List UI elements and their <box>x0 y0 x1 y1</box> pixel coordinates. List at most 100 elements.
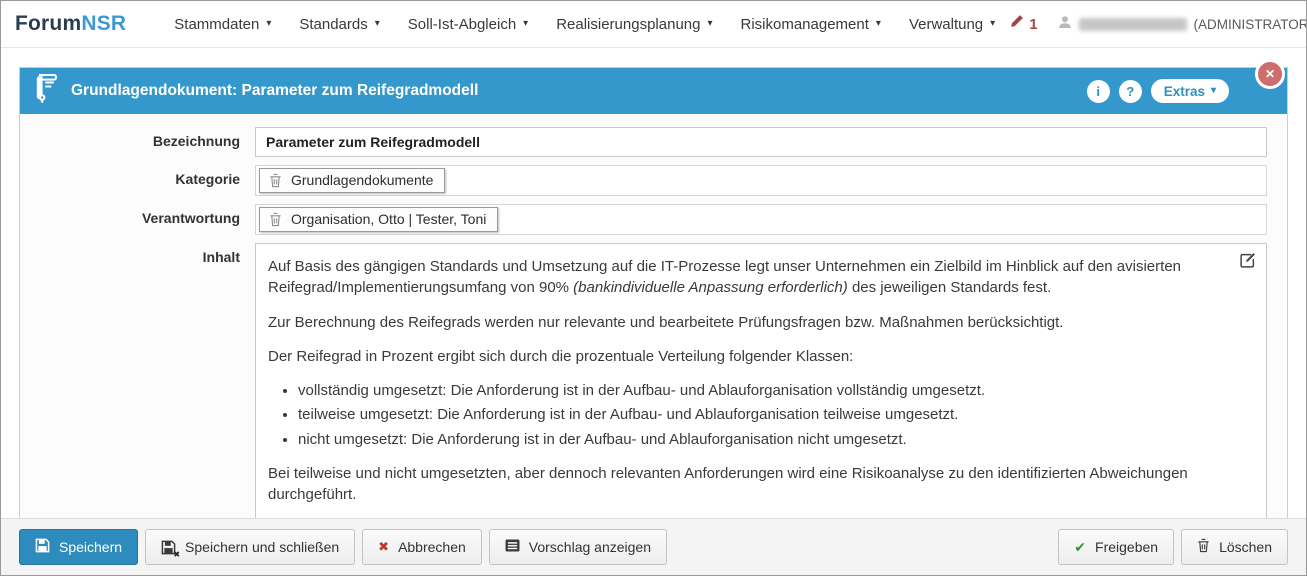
user-role-label: (ADMINISTRATOR) <box>1194 17 1307 32</box>
verantwortung-tag-label: Organisation, Otto | Tester, Toni <box>291 211 486 227</box>
app-logo[interactable]: ForumNSR <box>15 12 126 36</box>
menu-item[interactable]: Standards ▾ <box>285 3 393 46</box>
menu-item[interactable]: Stammdaten ▾ <box>160 3 285 46</box>
cancel-label: Abbrechen <box>398 539 466 555</box>
form-row-inhalt: Inhalt Auf Basis des gängigen Standards … <box>20 243 1267 519</box>
save-icon <box>35 538 50 556</box>
show-proposal-label: Vorschlag anzeigen <box>529 539 651 555</box>
menu-item[interactable]: Verwaltung ▾ <box>895 3 1009 46</box>
chevron-down-icon: ▾ <box>876 19 881 29</box>
top-navbar: ForumNSR Stammdaten ▾ Standards ▾ Soll-I… <box>1 1 1306 48</box>
kategorie-chip-box[interactable]: Grundlagendokumente <box>255 165 1267 196</box>
form-row-kategorie: Kategorie Grundlagendokumente <box>20 165 1267 196</box>
remove-tag-trash-icon[interactable] <box>269 212 282 227</box>
save-close-icon: ✖ <box>161 540 176 555</box>
menu-item-label: Stammdaten <box>174 16 259 33</box>
inhalt-p1-tail: des jeweiligen Standards fest. <box>848 279 1051 296</box>
form-row-bezeichnung: Bezeichnung <box>20 127 1267 157</box>
inhalt-bullet: vollständig umgesetzt: Die Anforderung i… <box>298 380 1222 401</box>
chevron-down-icon: ▾ <box>523 19 528 29</box>
inhalt-paragraph-1: Auf Basis des gängigen Standards und Ums… <box>268 256 1222 299</box>
edit-icon[interactable] <box>1239 252 1256 275</box>
question-icon: ? <box>1126 84 1134 99</box>
extras-label: Extras <box>1164 84 1205 99</box>
cancel-x-icon: ✖ <box>378 539 389 555</box>
main-menu: Stammdaten ▾ Standards ▾ Soll-Ist-Abglei… <box>160 3 1009 46</box>
extras-dropdown-button[interactable]: Extras ▾ <box>1151 79 1229 103</box>
close-panel-button[interactable]: ✕ <box>1255 59 1285 89</box>
trash-icon <box>1197 538 1210 556</box>
pencil-icon <box>1009 14 1024 34</box>
kategorie-tag: Grundlagendokumente <box>259 168 445 193</box>
menu-item[interactable]: Realisierungsplanung ▾ <box>542 3 726 46</box>
header-actions: i ? Extras ▾ <box>1087 79 1273 103</box>
help-button[interactable]: ? <box>1119 80 1142 103</box>
delete-button[interactable]: Löschen <box>1181 529 1288 565</box>
menu-item[interactable]: Risikomanagement ▾ <box>727 3 895 46</box>
pending-edits-indicator[interactable]: 1 <box>1009 14 1037 34</box>
verantwortung-field[interactable]: Organisation, Otto | Tester, Toni <box>255 204 1267 235</box>
mini-x-icon: ✖ <box>173 550 180 559</box>
menu-item-label: Verwaltung <box>909 16 983 33</box>
inhalt-content[interactable]: Auf Basis des gängigen Standards und Ums… <box>255 243 1267 519</box>
release-button[interactable]: ✔ Freigeben <box>1058 529 1174 565</box>
pending-edits-count: 1 <box>1029 16 1037 33</box>
page-title: Grundlagendokument: Parameter zum Reifeg… <box>71 82 478 100</box>
menu-item-label: Realisierungsplanung <box>556 16 700 33</box>
inhalt-p1-italic: (bankindividuelle Anpassung erforderlich… <box>573 279 848 296</box>
kategorie-tag-label: Grundlagendokumente <box>291 172 433 188</box>
menu-item-label: Soll-Ist-Abgleich <box>408 16 516 33</box>
release-label: Freigeben <box>1095 539 1158 555</box>
logo-part-forum: Forum <box>15 12 81 35</box>
chevron-down-icon: ▾ <box>266 19 271 29</box>
kategorie-label: Kategorie <box>20 165 255 187</box>
menu-item-label: Risikomanagement <box>741 16 869 33</box>
form-row-verantwortung: Verantwortung Organisation, Otto | Teste… <box>20 204 1267 235</box>
list-icon <box>505 539 520 555</box>
navbar-right: 1 (ADMINISTRATOR) ▾ <box>1009 6 1307 42</box>
save-and-close-label: Speichern und schließen <box>185 539 339 555</box>
menu-item[interactable]: Soll-Ist-Abgleich ▾ <box>394 3 542 46</box>
info-icon: i <box>1096 84 1100 99</box>
verantwortung-tag: Organisation, Otto | Tester, Toni <box>259 207 498 232</box>
bezeichnung-field <box>255 127 1267 157</box>
delete-label: Löschen <box>1219 539 1272 555</box>
save-button[interactable]: Speichern <box>19 529 138 565</box>
close-icon: ✕ <box>1265 67 1275 81</box>
inhalt-paragraph-2: Zur Berechnung des Reifegrads werden nur… <box>268 312 1222 333</box>
panel-header: Grundlagendokument: Parameter zum Reifeg… <box>20 68 1287 114</box>
save-label: Speichern <box>59 539 122 555</box>
verantwortung-label: Verantwortung <box>20 204 255 226</box>
remove-tag-trash-icon[interactable] <box>269 173 282 188</box>
chevron-down-icon: ▾ <box>707 19 712 29</box>
inhalt-paragraph-3: Der Reifegrad in Prozent ergibt sich dur… <box>268 346 1222 367</box>
info-button[interactable]: i <box>1087 80 1110 103</box>
user-name-redacted <box>1079 18 1187 31</box>
action-bar: Speichern ✖ Speichern und schließen ✖ Ab… <box>1 518 1306 575</box>
chevron-down-icon: ▾ <box>1211 86 1216 96</box>
action-bar-right: ✔ Freigeben Löschen <box>1058 529 1288 565</box>
inhalt-bullet: nicht umgesetzt: Die Anforderung ist in … <box>298 429 1222 450</box>
menu-item-label: Standards <box>299 16 367 33</box>
kategorie-field[interactable]: Grundlagendokumente <box>255 165 1267 196</box>
cancel-button[interactable]: ✖ Abbrechen <box>362 529 482 565</box>
bezeichnung-input[interactable] <box>255 127 1267 157</box>
user-icon <box>1058 15 1072 34</box>
bezeichnung-label: Bezeichnung <box>20 127 255 149</box>
inhalt-bullet-list: vollständig umgesetzt: Die Anforderung i… <box>298 380 1222 450</box>
chevron-down-icon: ▾ <box>990 19 995 29</box>
inhalt-bullet: teilweise umgesetzt: Die Anforderung ist… <box>298 404 1222 425</box>
inhalt-field: Auf Basis des gängigen Standards und Ums… <box>255 243 1267 519</box>
app-window: ForumNSR Stammdaten ▾ Standards ▾ Soll-I… <box>0 0 1307 576</box>
scroll-document-icon <box>34 74 59 108</box>
show-proposal-button[interactable]: Vorschlag anzeigen <box>489 529 667 565</box>
check-icon: ✔ <box>1074 539 1086 556</box>
logo-part-nsr: NSR <box>81 12 126 35</box>
inhalt-paragraph-4: Bei teilweise und nicht umgesetzten, abe… <box>268 463 1222 506</box>
document-form: Bezeichnung Kategorie Grundlagendokument… <box>20 114 1287 573</box>
user-menu[interactable]: (ADMINISTRATOR) ▾ <box>1058 15 1307 34</box>
save-and-close-button[interactable]: ✖ Speichern und schließen <box>145 529 355 565</box>
verantwortung-chip-box[interactable]: Organisation, Otto | Tester, Toni <box>255 204 1267 235</box>
inhalt-label: Inhalt <box>20 243 255 265</box>
document-panel: Grundlagendokument: Parameter zum Reifeg… <box>19 67 1288 574</box>
